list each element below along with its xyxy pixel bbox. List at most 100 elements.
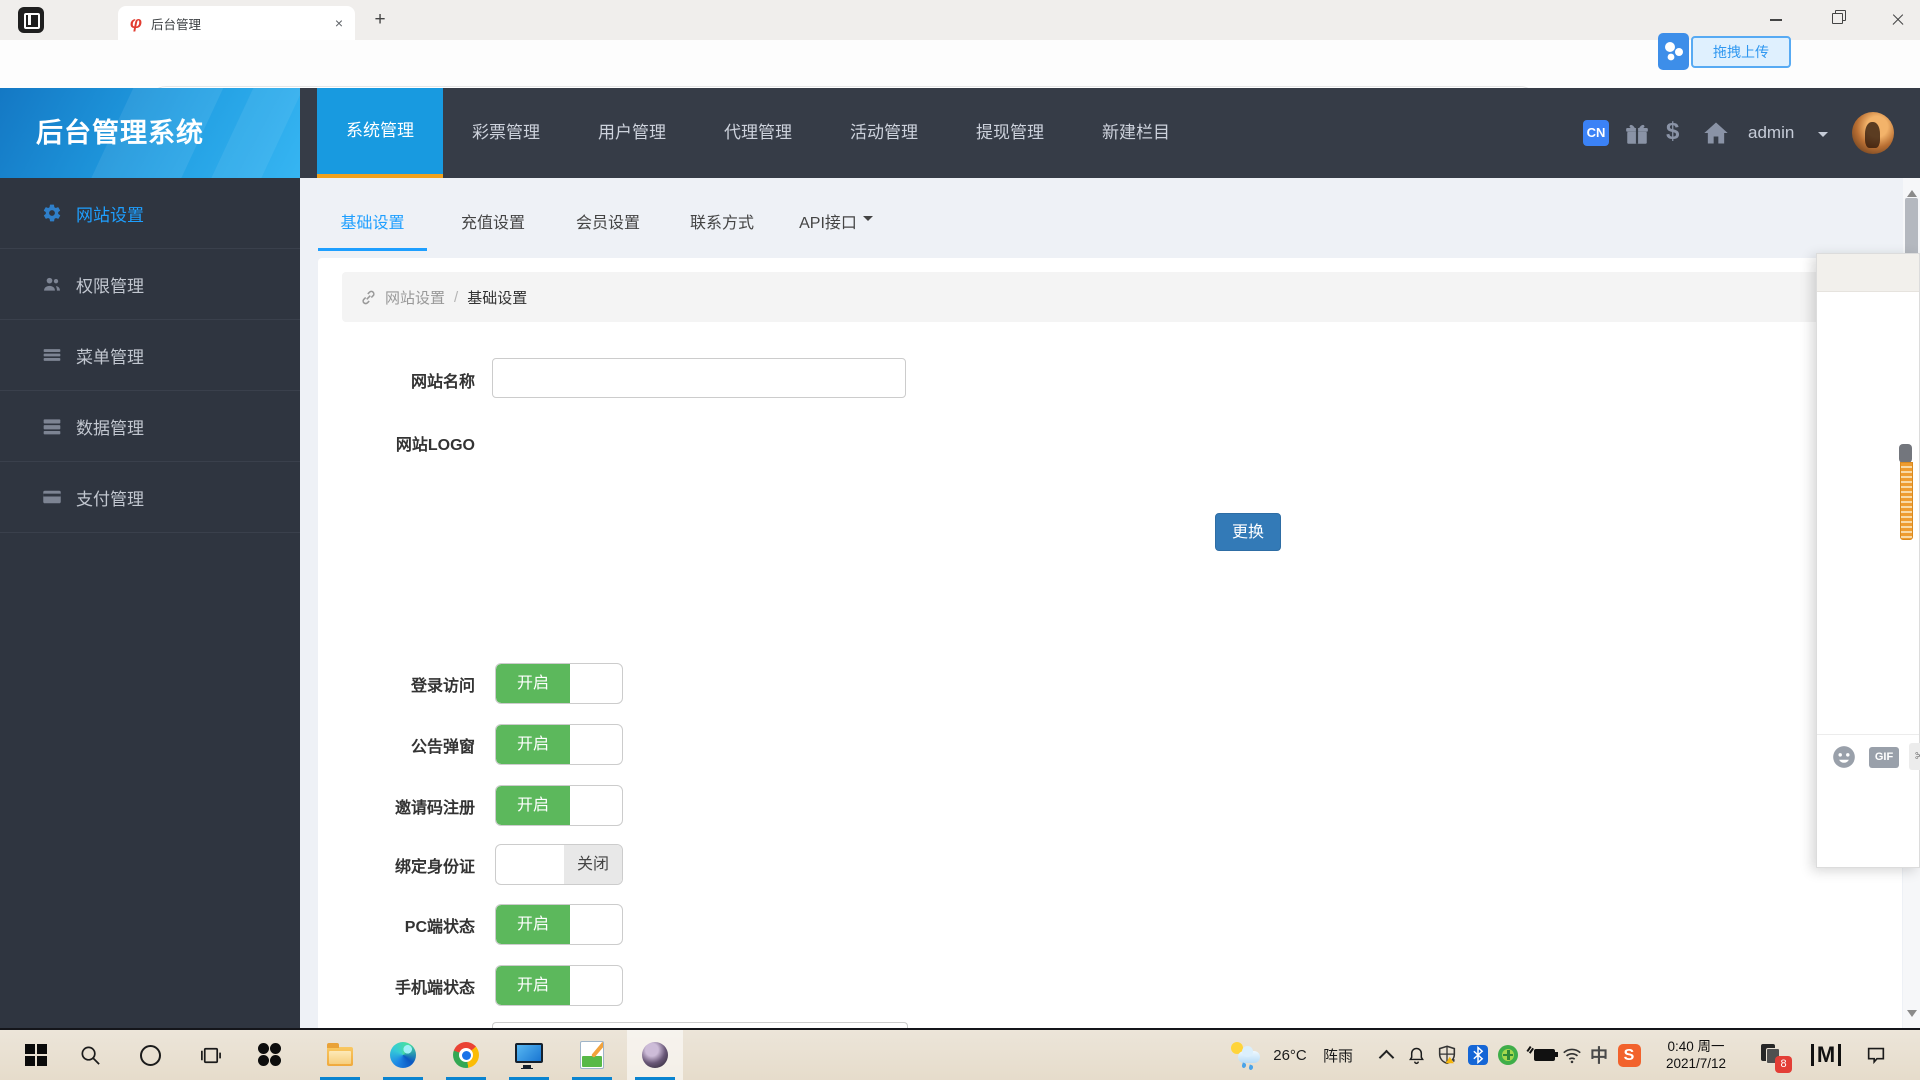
start-button[interactable] xyxy=(16,1030,56,1080)
tab-basic-settings[interactable]: 基础设置 xyxy=(318,178,427,251)
taskbar-clock[interactable]: 0:40 周一 2021/7/12 xyxy=(1646,1030,1746,1080)
weather-icon[interactable] xyxy=(1228,1030,1262,1080)
top-menu-item-lottery[interactable]: 彩票管理 xyxy=(443,88,569,178)
top-menu-item-withdraw[interactable]: 提现管理 xyxy=(947,88,1073,178)
sidebar-item-site-settings[interactable]: 网站设置 xyxy=(0,178,300,249)
chat-scroll-cap[interactable] xyxy=(1899,444,1912,463)
taskbar-file-explorer[interactable] xyxy=(312,1030,368,1080)
tab-actions-icon[interactable] xyxy=(18,7,44,33)
im-app-icon[interactable]: M xyxy=(1806,1030,1846,1080)
scrollbar-thumb[interactable] xyxy=(1905,198,1918,260)
sidebar-item-data[interactable]: 数据管理 xyxy=(0,391,300,462)
admin-avatar[interactable] xyxy=(1852,112,1894,154)
chat-toolbar: GIF ✂ xyxy=(1817,734,1920,785)
screenshot-scissors-icon[interactable]: ✂ xyxy=(1909,743,1920,770)
site-name-input[interactable]: i obd.com xyxy=(492,358,906,398)
top-menu-item-activities[interactable]: 活动管理 xyxy=(821,88,947,178)
top-menu-item-new-column[interactable]: 新建栏目 xyxy=(1073,88,1199,178)
toggle-label-mobile-status: 手机端状态 xyxy=(394,980,475,997)
gear-icon xyxy=(42,203,62,223)
taskbar-edge[interactable] xyxy=(375,1030,431,1080)
window-restore-button[interactable] xyxy=(1809,0,1865,40)
browser-tabstrip: φ 后台管理 × + xyxy=(0,0,1920,40)
top-menu-item-agents[interactable]: 代理管理 xyxy=(695,88,821,178)
toggle-announcement-popup[interactable]: 开启 xyxy=(495,724,623,765)
tab-recharge-settings[interactable]: 充值设置 xyxy=(433,178,553,251)
app-logo-text: 后台管理系统 xyxy=(36,118,204,148)
site-favicon-icon: φ xyxy=(130,13,142,32)
taskbar-chrome[interactable] xyxy=(438,1030,494,1080)
window-close-button[interactable] xyxy=(1870,0,1920,40)
browser-tab[interactable]: φ 后台管理 × xyxy=(118,6,355,40)
tab-api-label: API接口 xyxy=(799,215,857,232)
tab-member-settings[interactable]: 会员设置 xyxy=(548,178,668,251)
ime-indicator[interactable]: 中 xyxy=(1586,1030,1612,1080)
taskbar-remote-desktop[interactable] xyxy=(501,1030,557,1080)
toggle-mobile-status[interactable]: 开启 xyxy=(495,965,623,1006)
database-server-icon xyxy=(42,416,62,436)
wifi-icon[interactable] xyxy=(1558,1030,1586,1080)
monitor-icon xyxy=(515,1043,543,1068)
new-tab-button[interactable]: + xyxy=(368,8,392,32)
gift-icon[interactable] xyxy=(1624,121,1650,147)
toggle-login-access[interactable]: 开启 xyxy=(495,663,623,704)
security-shield-icon[interactable] xyxy=(1432,1030,1462,1080)
sidebar-item-permissions[interactable]: 权限管理 xyxy=(0,249,300,320)
toggle-bind-id-card[interactable]: 关闭 xyxy=(495,844,623,885)
tab-close-icon[interactable]: × xyxy=(335,15,343,31)
weather-condition[interactable]: 阵雨 xyxy=(1318,1030,1358,1080)
emoji-icon[interactable] xyxy=(1831,744,1857,770)
scroll-up-icon[interactable] xyxy=(1907,185,1917,197)
battery-icon[interactable] xyxy=(1524,1030,1558,1080)
taskbar-active-app[interactable] xyxy=(627,1030,683,1080)
sidebar-item-label: 菜单管理 xyxy=(76,347,144,367)
avatar-app-icon xyxy=(642,1042,668,1068)
taskbar-image-editor[interactable] xyxy=(564,1030,620,1080)
antivirus-icon[interactable] xyxy=(1494,1030,1522,1080)
tab-api-dropdown[interactable]: API接口 xyxy=(776,178,896,251)
top-menu-item-system[interactable]: 系统管理 xyxy=(317,88,443,178)
link-icon xyxy=(360,289,377,306)
change-logo-button[interactable]: 更换 xyxy=(1215,513,1281,551)
sidebar-item-payments[interactable]: 支付管理 xyxy=(0,462,300,533)
site-name-label: 网站名称 xyxy=(410,374,475,391)
netdisk-upload-icon[interactable] xyxy=(1658,33,1689,70)
content-area: 基础设置 充值设置 会员设置 联系方式 API接口 网站设置 / 基础设置 网站… xyxy=(300,178,1920,1031)
sidebar-item-label: 权限管理 xyxy=(76,276,144,296)
weather-temp[interactable]: 26°C xyxy=(1264,1030,1316,1080)
drag-upload-tooltip[interactable]: 拖拽上传 xyxy=(1691,36,1791,68)
tray-expand-chevron-icon[interactable] xyxy=(1372,1030,1400,1080)
edge-icon xyxy=(390,1042,416,1068)
toggle-label-pc-status: PC端状态 xyxy=(404,919,475,936)
scroll-down-icon[interactable] xyxy=(1907,1010,1917,1022)
toggle-label-login: 登录访问 xyxy=(410,678,475,695)
toggle-invite-code-register[interactable]: 开启 xyxy=(495,785,623,826)
breadcrumb-section[interactable]: 网站设置 xyxy=(385,287,445,308)
language-badge[interactable]: CN xyxy=(1583,120,1609,146)
window-minimize-button[interactable] xyxy=(1748,0,1804,40)
top-menu-item-users[interactable]: 用户管理 xyxy=(569,88,695,178)
toggle-label-id-binding: 绑定身份证 xyxy=(394,859,475,876)
credit-card-icon xyxy=(42,487,62,507)
toggle-pc-status[interactable]: 开启 xyxy=(495,904,623,945)
bluetooth-icon[interactable] xyxy=(1464,1030,1492,1080)
task-view-icon[interactable] xyxy=(192,1030,228,1080)
admin-caret-down-icon[interactable] xyxy=(1818,132,1828,142)
chat-panel-header xyxy=(1817,254,1919,292)
action-center-icon[interactable] xyxy=(1856,1030,1896,1080)
dollar-icon[interactable]: $ xyxy=(1666,118,1679,146)
admin-username[interactable]: admin xyxy=(1748,123,1794,143)
home-icon[interactable] xyxy=(1702,119,1728,145)
toggle-off-state: 关闭 xyxy=(564,845,622,884)
tab-contact[interactable]: 联系方式 xyxy=(662,178,782,251)
taskbar-search-icon[interactable] xyxy=(72,1030,108,1080)
value-mask-overlay xyxy=(495,361,903,386)
messages-app-icon[interactable]: 8 xyxy=(1752,1030,1792,1080)
notification-bell-icon[interactable] xyxy=(1402,1030,1430,1080)
taskbar-app-circles-icon[interactable] xyxy=(250,1030,290,1080)
menu-bars-icon xyxy=(42,345,62,365)
sogou-icon[interactable]: S xyxy=(1614,1030,1644,1080)
cortana-icon[interactable] xyxy=(132,1030,168,1080)
sidebar-item-menus[interactable]: 菜单管理 xyxy=(0,320,300,391)
gif-icon[interactable]: GIF xyxy=(1869,747,1899,768)
